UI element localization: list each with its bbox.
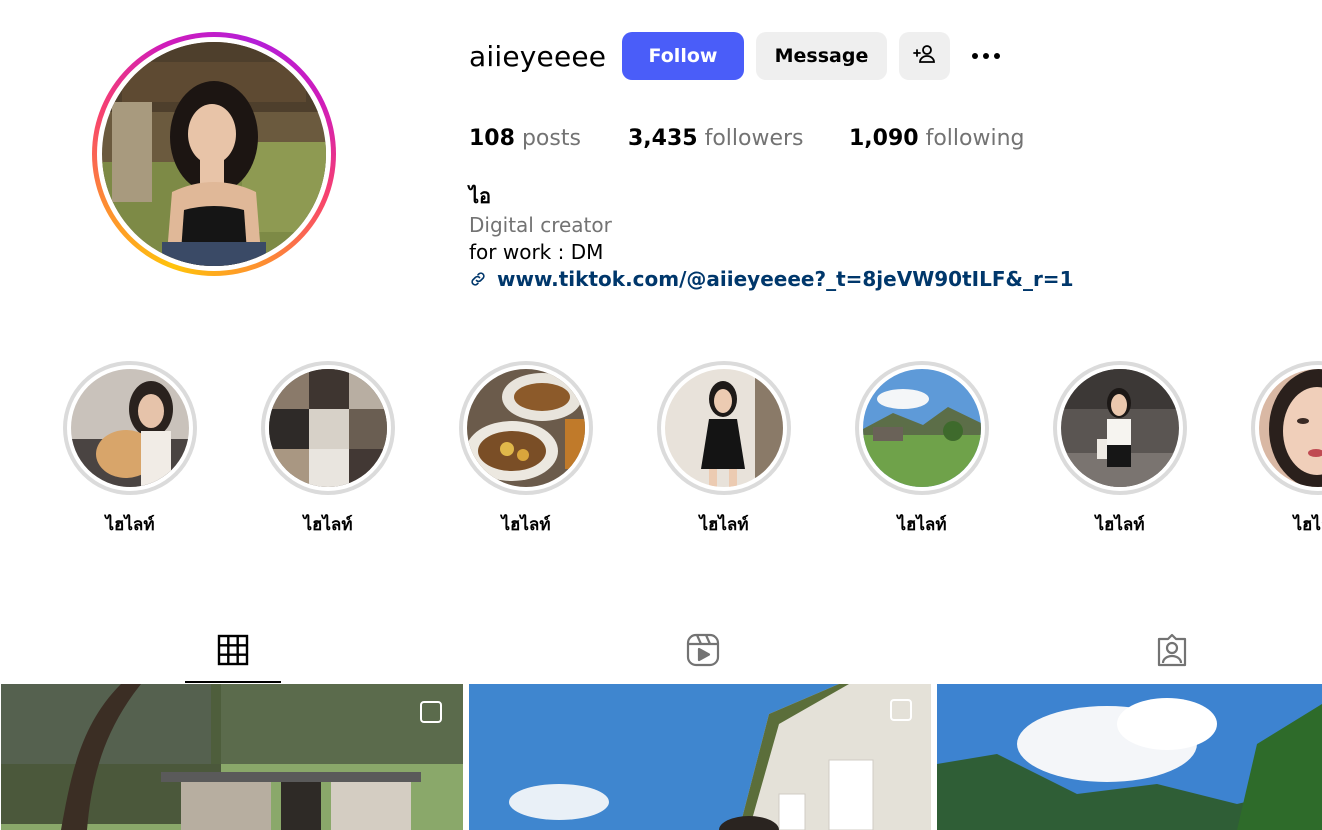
highlight-label: ไฮไลท์ xyxy=(105,515,155,535)
following-stat[interactable]: 1,090 following xyxy=(849,125,1025,153)
tab-reels[interactable] xyxy=(683,630,723,670)
more-options-button[interactable] xyxy=(964,40,1008,72)
followers-stat[interactable]: 3,435 followers xyxy=(628,125,804,153)
more-dot xyxy=(972,53,978,59)
highlight-cover xyxy=(71,369,189,487)
followers-label: followers xyxy=(704,126,804,151)
add-user-icon xyxy=(912,42,937,71)
followers-count: 3,435 xyxy=(628,126,698,151)
highlight-cover xyxy=(1061,369,1179,487)
highlight-label: ไฮไลท์ xyxy=(501,515,551,535)
tagged-icon xyxy=(1155,633,1189,667)
highlight-item[interactable]: ไฮไลท์ xyxy=(657,361,791,535)
following-count: 1,090 xyxy=(849,126,919,151)
bio-category: Digital creator xyxy=(469,213,612,237)
follow-button[interactable]: Follow xyxy=(622,32,744,80)
profile-avatar[interactable] xyxy=(92,32,336,276)
following-label: following xyxy=(925,126,1025,151)
highlight-item[interactable]: ไฮไลท์ xyxy=(1251,361,1322,535)
highlight-item[interactable]: ไฮไลท์ xyxy=(261,361,395,535)
posts-stat: 108 posts xyxy=(469,125,581,153)
bio-external-link[interactable]: www.tiktok.com/@aiieyeeee?_t=8jeVW90tILF… xyxy=(469,266,1073,292)
tab-posts[interactable] xyxy=(213,630,253,670)
bio-full-name: ไอ xyxy=(469,186,492,208)
highlight-item[interactable]: ไฮไลท์ xyxy=(63,361,197,535)
reels-icon xyxy=(686,633,720,667)
highlight-label: ไฮไลท์ xyxy=(699,515,749,535)
active-tab-indicator xyxy=(185,681,281,683)
highlight-label: ไฮไลท์ xyxy=(897,515,947,535)
bio-text: for work : DM xyxy=(469,240,604,264)
highlight-cover xyxy=(1259,369,1322,487)
highlight-label: ไฮไลท์ xyxy=(303,515,353,535)
post-thumbnail[interactable] xyxy=(937,684,1322,830)
highlight-label: ไฮไลท์ xyxy=(1293,515,1322,535)
post-thumbnail[interactable] xyxy=(1,684,463,830)
grid-icon xyxy=(217,634,249,666)
bio-link-text: www.tiktok.com/@aiieyeeee?_t=8jeVW90tILF… xyxy=(497,267,1074,291)
posts-label: posts xyxy=(521,126,581,151)
highlight-cover xyxy=(269,369,387,487)
highlight-item[interactable]: ไฮไลท์ xyxy=(855,361,989,535)
highlight-item[interactable]: ไฮไลท์ xyxy=(459,361,593,535)
more-dot xyxy=(983,53,989,59)
highlight-item[interactable]: ไฮไลท์ xyxy=(1053,361,1187,535)
highlight-cover xyxy=(863,369,981,487)
post-thumbnail[interactable] xyxy=(469,684,931,830)
message-button[interactable]: Message xyxy=(756,32,887,80)
more-dot xyxy=(994,53,1000,59)
highlight-label: ไฮไลท์ xyxy=(1095,515,1145,535)
suggested-accounts-button[interactable] xyxy=(899,32,950,80)
tab-tagged[interactable] xyxy=(1152,630,1192,670)
posts-count: 108 xyxy=(469,126,515,151)
profile-username: aiieyeeee xyxy=(469,40,607,73)
highlight-cover xyxy=(467,369,585,487)
avatar-photo xyxy=(102,42,326,266)
link-icon xyxy=(469,270,487,288)
highlight-cover xyxy=(665,369,783,487)
